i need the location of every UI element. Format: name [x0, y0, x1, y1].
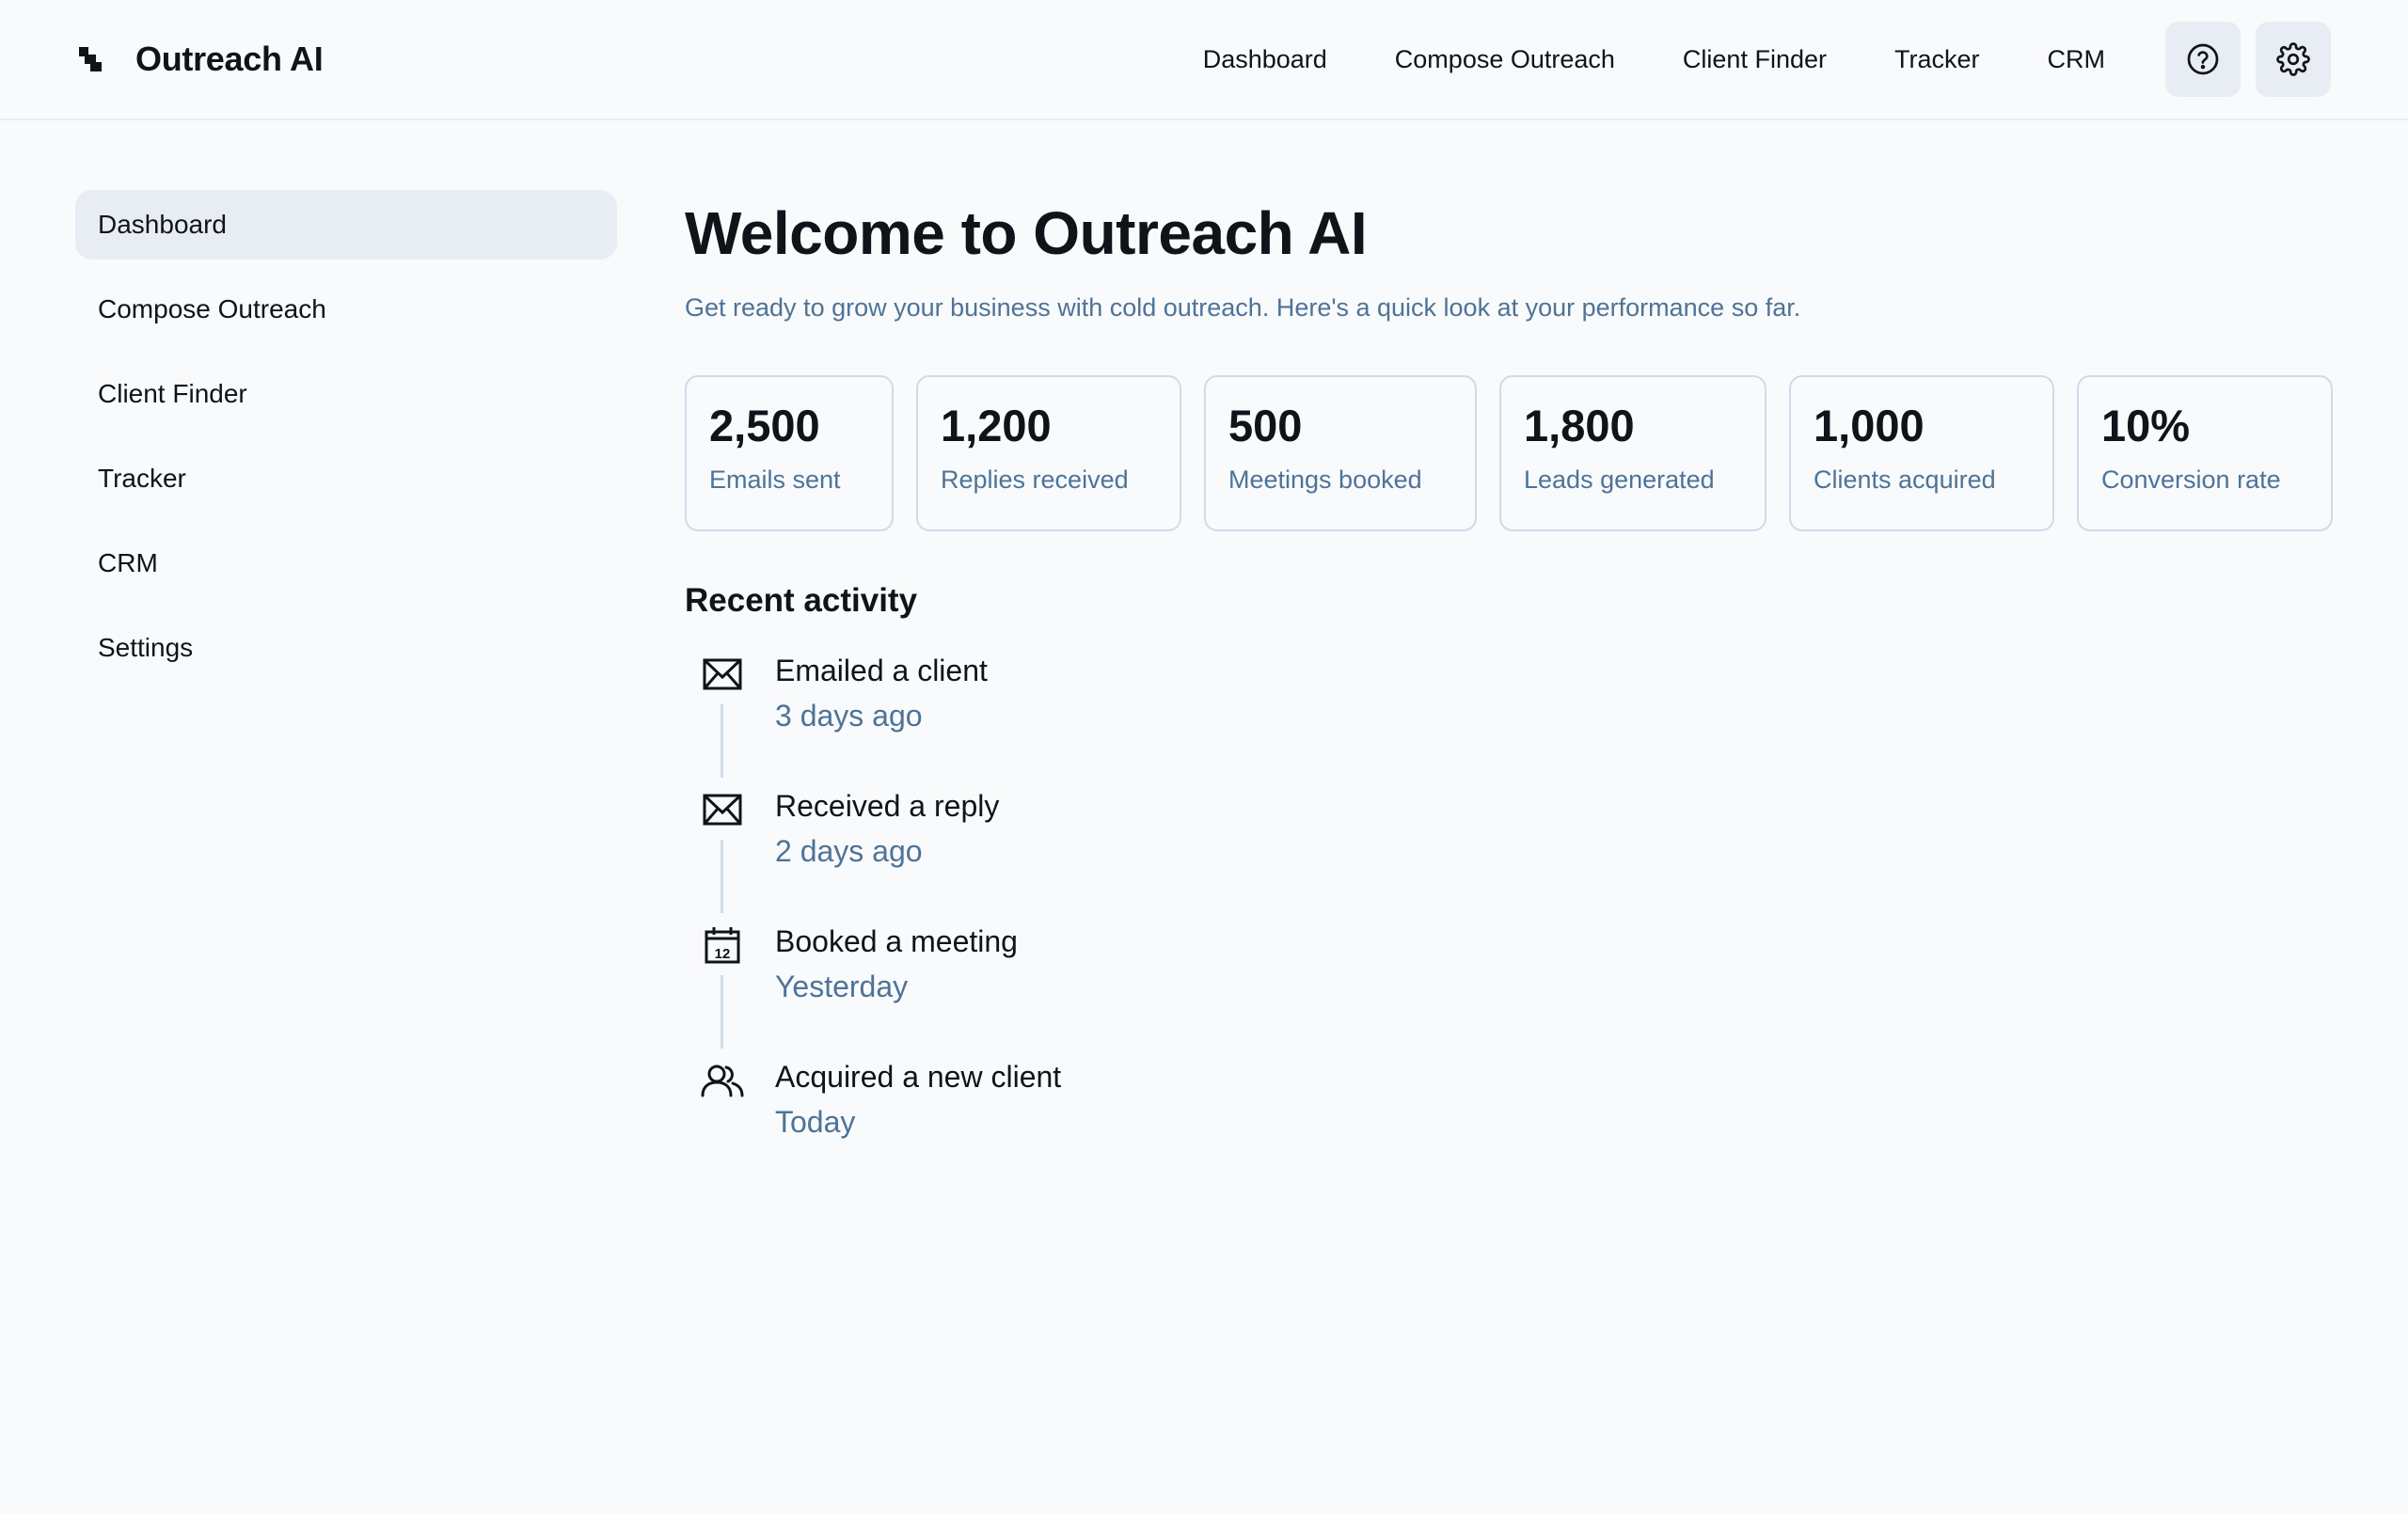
sidebar-item-crm[interactable]: CRM: [75, 528, 617, 598]
stats-row: 2,500 Emails sent 1,200 Replies received…: [685, 375, 2333, 531]
brand[interactable]: Outreach AI: [77, 0, 324, 118]
page-title: Welcome to Outreach AI: [685, 199, 1368, 267]
activity-time: Today: [775, 1105, 856, 1139]
timeline-connector: [721, 840, 723, 913]
logo-icon: [79, 47, 102, 71]
settings-button[interactable]: [2256, 22, 2331, 97]
stat-card-replies-received: 1,200 Replies received: [916, 375, 1181, 531]
mail-icon: [703, 794, 742, 826]
stat-card-clients-acquired: 1,000 Clients acquired: [1789, 375, 2054, 531]
stat-label: Emails sent: [709, 465, 841, 494]
topnav-crm[interactable]: CRM: [2048, 45, 2106, 74]
stat-label: Conversion rate: [2101, 465, 2281, 494]
sidebar-item-compose-outreach[interactable]: Compose Outreach: [75, 275, 617, 344]
sidebar-item-dashboard[interactable]: Dashboard: [75, 190, 617, 260]
stat-value: 500: [1228, 401, 1303, 450]
calendar-icon: 12: [705, 927, 740, 964]
gear-icon: [2276, 42, 2310, 76]
sidebar-item-client-finder[interactable]: Client Finder: [75, 359, 617, 429]
app-name: Outreach AI: [135, 39, 324, 78]
activity-time: 3 days ago: [775, 699, 923, 733]
activity-title: Booked a meeting: [775, 924, 1018, 958]
activity-time: Yesterday: [775, 970, 909, 1003]
help-circle-icon: [2187, 43, 2219, 75]
activity-item: Emailed a client 3 days ago: [685, 652, 2333, 787]
topnav-client-finder[interactable]: Client Finder: [1683, 45, 1827, 74]
topnav-dashboard[interactable]: Dashboard: [1203, 45, 1327, 74]
stat-card-leads-generated: 1,800 Leads generated: [1499, 375, 1766, 531]
stat-card-emails-sent: 2,500 Emails sent: [685, 375, 894, 531]
stat-value: 1,000: [1814, 401, 1925, 450]
users-icon: [701, 1065, 744, 1097]
sidebar-item-settings[interactable]: Settings: [75, 613, 617, 683]
mail-icon: [703, 658, 742, 690]
activity-timeline: Emailed a client 3 days ago Received a r…: [685, 652, 2333, 1161]
stat-label: Replies received: [941, 465, 1129, 494]
sidebar: Dashboard Compose Outreach Client Finder…: [75, 190, 617, 698]
svg-text:12: 12: [715, 946, 731, 962]
timeline-connector: [721, 975, 723, 1049]
timeline-connector: [721, 704, 723, 778]
activity-time: 2 days ago: [775, 834, 923, 868]
stat-card-meetings-booked: 500 Meetings booked: [1204, 375, 1477, 531]
stat-label: Leads generated: [1524, 465, 1715, 494]
activity-title: Received a reply: [775, 789, 1000, 823]
activity-title: Emailed a client: [775, 654, 988, 687]
help-button[interactable]: [2165, 22, 2241, 97]
stat-value: 10%: [2101, 401, 2191, 450]
recent-activity-heading: Recent activity: [685, 582, 918, 619]
stat-label: Meetings booked: [1228, 465, 1422, 494]
stat-label: Clients acquired: [1814, 465, 1996, 494]
top-nav: Dashboard Compose Outreach Client Finder…: [1203, 0, 2331, 118]
main-content: Welcome to Outreach AI Get ready to grow…: [685, 188, 2333, 1161]
top-header: Outreach AI Dashboard Compose Outreach C…: [0, 0, 2408, 120]
stat-value: 1,800: [1524, 401, 1635, 450]
stat-value: 2,500: [709, 401, 820, 450]
activity-item: Received a reply 2 days ago: [685, 787, 2333, 923]
topnav-tracker[interactable]: Tracker: [1894, 45, 1980, 74]
activity-item: Acquired a new client Today: [685, 1058, 2333, 1161]
activity-item: 12 Booked a meeting Yesterday: [685, 923, 2333, 1058]
stat-value: 1,200: [941, 401, 1052, 450]
stat-card-conversion-rate: 10% Conversion rate: [2077, 375, 2333, 531]
sidebar-item-tracker[interactable]: Tracker: [75, 444, 617, 513]
topnav-compose-outreach[interactable]: Compose Outreach: [1395, 45, 1615, 74]
activity-title: Acquired a new client: [775, 1060, 1062, 1094]
page-subtitle: Get ready to grow your business with col…: [685, 293, 1801, 322]
